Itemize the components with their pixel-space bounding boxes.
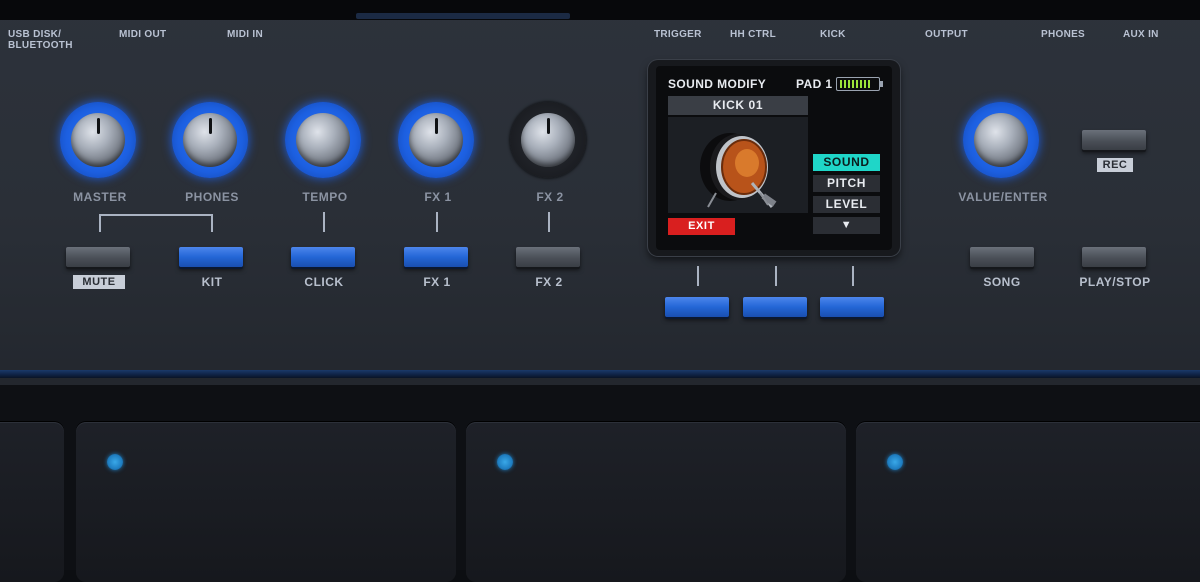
master-knob[interactable]: [60, 102, 136, 178]
play-stop-label: PLAY/STOP: [1079, 275, 1151, 289]
port-midi-out-label: MIDI OUT: [119, 29, 167, 40]
logo-strip: [356, 13, 570, 19]
fx1-line: [436, 212, 438, 232]
click-button[interactable]: [291, 247, 355, 267]
knob-indicator: [435, 118, 438, 134]
kit-button[interactable]: [179, 247, 243, 267]
song-button[interactable]: [970, 247, 1034, 267]
port-output-label: OUTPUT: [925, 29, 968, 40]
screen-option-sound[interactable]: SOUND: [813, 154, 880, 171]
port-hh-ctrl-label: HH CTRL: [730, 29, 776, 40]
screen-soft-button-3[interactable]: [820, 297, 884, 317]
knob-indicator: [209, 118, 212, 134]
screen-more-down-icon[interactable]: ▼: [813, 217, 880, 234]
battery-indicator: [836, 77, 880, 91]
play-stop-button[interactable]: [1082, 247, 1146, 267]
tempo-knob-cap: [296, 113, 350, 167]
soft-button-1-line: [697, 266, 699, 286]
screen-title: SOUND MODIFY: [668, 77, 767, 91]
pad-led: [107, 454, 123, 470]
port-aux-in-label: AUX IN: [1123, 29, 1159, 40]
screen-soft-button-1[interactable]: [665, 297, 729, 317]
kick-drum-image: [668, 117, 808, 213]
value-enter-knob[interactable]: [963, 102, 1039, 178]
bracket-left-tick: [99, 214, 101, 232]
fx2-button-label: FX 2: [535, 275, 563, 289]
tempo-knob[interactable]: [285, 102, 361, 178]
pad-led: [887, 454, 903, 470]
screen-option-pitch[interactable]: PITCH: [813, 175, 880, 192]
port-kick-label: KICK: [820, 29, 846, 40]
kick-drum-icon: [700, 133, 777, 208]
phones-knob[interactable]: [172, 102, 248, 178]
fx2-line: [548, 212, 550, 232]
port-usb-label: USB DISK/ BLUETOOTH: [8, 29, 73, 51]
kit-name-field: KICK 01: [668, 96, 808, 115]
fx1-knob-cap: [409, 113, 463, 167]
screen-soft-button-2[interactable]: [743, 297, 807, 317]
panel-blue-trim: [0, 370, 1200, 378]
drum-pad-1[interactable]: [76, 422, 456, 582]
rec-label: REC: [1097, 158, 1133, 172]
knob-indicator: [547, 118, 550, 134]
battery-cap: [880, 81, 883, 87]
knob-indicator: [97, 118, 100, 134]
mute-button[interactable]: [66, 247, 130, 267]
fx2-button[interactable]: [516, 247, 580, 267]
fx1-knob[interactable]: [398, 102, 474, 178]
port-trigger-label: TRIGGER: [654, 29, 702, 40]
mute-label: MUTE: [73, 275, 125, 289]
value-enter-knob-label: VALUE/ENTER: [958, 190, 1048, 204]
screen-exit-button[interactable]: EXIT: [668, 218, 735, 235]
drum-pad-partial[interactable]: [0, 422, 64, 582]
phones-knob-cap: [183, 113, 237, 167]
top-edge: [0, 0, 1200, 20]
fx2-knob-label: FX 2: [536, 190, 564, 204]
fx2-knob[interactable]: [510, 102, 586, 178]
drum-pad-2[interactable]: [466, 422, 846, 582]
master-knob-cap: [71, 113, 125, 167]
port-phones-label: PHONES: [1041, 29, 1086, 40]
soft-button-3-line: [852, 266, 854, 286]
tempo-click-line: [323, 212, 325, 232]
rec-button[interactable]: [1082, 130, 1146, 150]
fx1-button[interactable]: [404, 247, 468, 267]
soft-button-2-line: [775, 266, 777, 286]
screen-option-level[interactable]: LEVEL: [813, 196, 880, 213]
drum-pad-3[interactable]: [856, 422, 1200, 582]
value-enter-knob-cap: [974, 113, 1028, 167]
port-midi-in-label: MIDI IN: [227, 29, 263, 40]
port-usb-line2: BLUETOOTH: [8, 40, 73, 51]
bracket-right-tick: [211, 214, 213, 232]
fx2-knob-cap: [521, 113, 575, 167]
port-usb-line1: USB DISK/: [8, 29, 62, 40]
master-phones-bracket: [99, 214, 212, 216]
screen-pad-indicator: PAD 1: [796, 77, 833, 91]
pad-led: [497, 454, 513, 470]
